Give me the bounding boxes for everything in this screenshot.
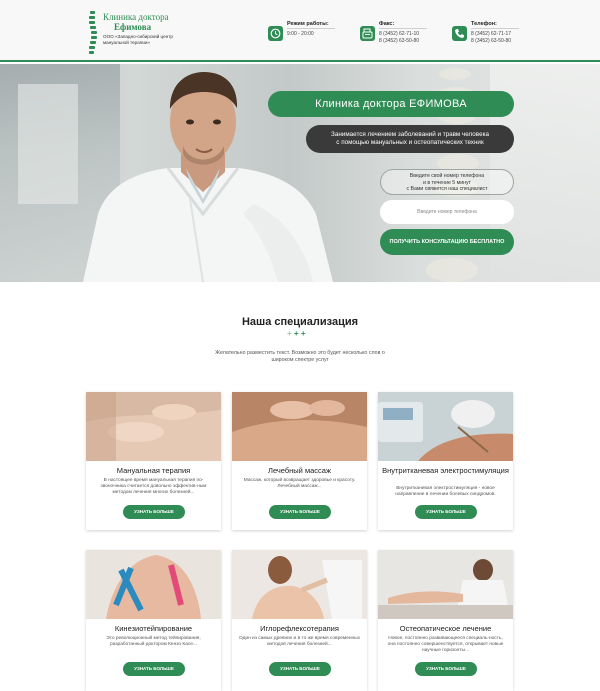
section-subtitle: Желательно разместить текст. Возможно эт… (190, 350, 410, 364)
service-card[interactable]: Лечебный массаж Массаж, который возвраща… (232, 392, 367, 530)
plus-icon: + (287, 329, 292, 338)
fax-numbers: 8 (3452) 62-71-10 8 (3452) 63-50-80 (379, 31, 419, 44)
card-title: Лечебный массаж (268, 466, 331, 475)
fax-number-1[interactable]: 8 (3452) 62-71-10 (379, 31, 419, 38)
card-title: Внутритканевая электростимуляция (382, 466, 509, 475)
phone-numbers: 8 (3452) 62-71-17 8 (3452) 63-50-80 (471, 31, 511, 44)
learn-more-button[interactable]: УЗНАТЬ БОЛЬШЕ (123, 505, 185, 519)
learn-more-button[interactable]: УЗНАТЬ БОЛЬШЕ (269, 662, 331, 676)
hero-description-line1: Занимается лечением заболеваний и травм … (331, 131, 489, 138)
card-text: Это революционный метод тейпирования, ра… (106, 636, 201, 647)
massage-image (232, 392, 367, 461)
plus-icon: + (293, 329, 299, 338)
logo-name-line2: Ефимова (114, 22, 152, 32)
logo-subtitle: ООО «Западно-сибирский центр мануальной … (103, 34, 173, 45)
phone-icon (452, 26, 467, 41)
fax-number-2[interactable]: 8 (3452) 63-50-80 (379, 38, 419, 45)
phone-divider (471, 28, 519, 29)
service-card[interactable]: Иглорефлексотерапия Один из самых древни… (232, 550, 367, 691)
section-subtitle-line1: Желательно разместить текст. Возможно эт… (215, 350, 385, 356)
clinic-logo[interactable]: Клиника доктора Ефимова ООО «Западно-сиб… (86, 10, 196, 56)
service-card[interactable]: Мануальная терапия В настоящее время ман… (86, 392, 221, 530)
card-title: Кинезиотейпирование (114, 624, 193, 633)
callback-hint-line3: с Вами свяжется наш специалист (406, 186, 488, 192)
electrostimulation-image (378, 392, 513, 461)
card-title: Иглорефлексотерапия (260, 624, 339, 633)
service-card[interactable]: Внутритканевая электростимуляция Внутрит… (378, 392, 513, 530)
hero-background-window (18, 84, 78, 204)
schedule-divider (287, 28, 335, 29)
card-title: Мануальная терапия (116, 466, 191, 475)
phone-label: Телефон: (471, 21, 497, 27)
learn-more-button[interactable]: УЗНАТЬ БОЛЬШЕ (269, 505, 331, 519)
section-subtitle-line2: широком спектре услуг (271, 357, 329, 363)
hero-banner: Клиника доктора ЕФИМОВА Занимается лечен… (0, 64, 600, 282)
card-text: В настоящее время мануальная терапия по-… (100, 478, 207, 495)
card-title: Остеопатическое лечение (399, 624, 492, 633)
hero-title: Клиника доктора ЕФИМОВА (268, 91, 514, 117)
card-text: Внутритканевая электростимуляция - новое… (395, 486, 496, 497)
learn-more-button[interactable]: УЗНАТЬ БОЛЬШЕ (415, 662, 477, 676)
phone-number-1[interactable]: 8 (3452) 62-71-17 (471, 31, 511, 38)
fax-icon (360, 26, 375, 41)
logo-name-line1: Клиника доктора (103, 12, 169, 22)
plus-icon: + (300, 329, 306, 338)
manual-therapy-image (86, 392, 221, 461)
get-consultation-button[interactable]: ПОЛУЧИТЬ КОНСУЛЬТАЦИЮ БЕСПЛАТНО (380, 229, 514, 255)
phone-number-2[interactable]: 8 (3452) 63-50-80 (471, 38, 511, 45)
learn-more-button[interactable]: УЗНАТЬ БОЛЬШЕ (123, 662, 185, 676)
service-card[interactable]: Кинезиотейпирование Это революционный ме… (86, 550, 221, 691)
schedule-value: 9:00 - 20:00 (287, 31, 314, 37)
clock-icon (268, 26, 283, 41)
kinesio-taping-image (86, 550, 221, 619)
learn-more-button[interactable]: УЗНАТЬ БОЛЬШЕ (415, 505, 477, 519)
osteopathy-image (378, 550, 513, 619)
decor-plus-icons: + + + (287, 330, 317, 338)
card-text: Массаж, который возвращает здоровье и кр… (243, 478, 356, 489)
hero-description: Занимается лечением заболеваний и травм … (306, 125, 514, 153)
site-header: Клиника доктора Ефимова ООО «Западно-сиб… (0, 0, 600, 62)
card-text: Новое, постоянно развивающееся специаль-… (387, 636, 504, 653)
schedule-label: Режим работы: (287, 21, 329, 27)
section-title: Наша специализация (241, 316, 359, 328)
card-text: Один из самых древних и в то же время со… (238, 636, 361, 647)
service-card[interactable]: Остеопатическое лечение Новое, постоянно… (378, 550, 513, 691)
callback-hint: Введите свой номер телефона и в течение … (380, 169, 514, 195)
phone-number-input[interactable] (380, 200, 514, 224)
fax-label: Факс: (379, 21, 395, 27)
spine-logo-icon (89, 11, 97, 54)
acupuncture-image (232, 550, 367, 619)
fax-divider (379, 28, 427, 29)
hero-description-line2: с помощью мануальных и остеопатических т… (336, 139, 484, 146)
